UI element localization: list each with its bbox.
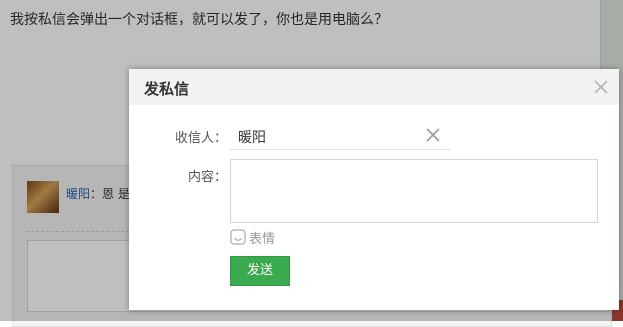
dialog-title: 发私信	[144, 80, 190, 98]
content-textarea[interactable]	[230, 159, 598, 223]
dialog-header: 发私信	[129, 69, 619, 105]
clear-icon[interactable]	[426, 127, 440, 142]
emoji-icon	[230, 229, 246, 245]
recipient-value: 暖阳	[238, 130, 266, 146]
send-button[interactable]: 发送	[230, 256, 290, 286]
recipient-label: 收信人：	[175, 131, 228, 146]
recipient-field[interactable]: 暖阳	[230, 125, 450, 150]
private-message-dialog: 发私信 收信人： 暖阳 内容： 表情 发送	[129, 69, 619, 310]
content-label: 内容：	[188, 170, 228, 185]
close-icon[interactable]	[593, 79, 609, 95]
emoji-label: 表情	[249, 232, 276, 247]
